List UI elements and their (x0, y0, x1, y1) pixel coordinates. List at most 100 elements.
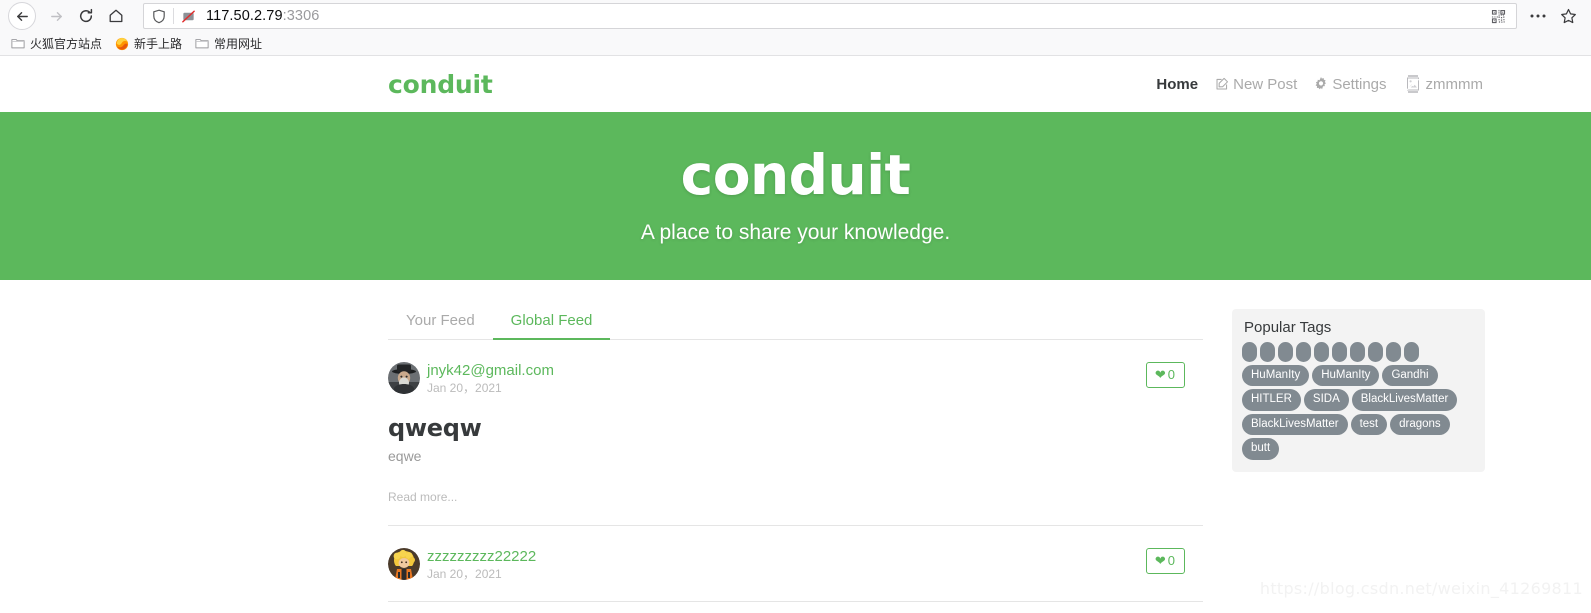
avatar[interactable] (388, 548, 420, 580)
bookmark-label: 新手上路 (134, 37, 183, 51)
main-content: Your Feed Global Feed jnyk42@gmail.com J… (0, 280, 1591, 602)
urlbar-actions (1484, 4, 1512, 28)
tag-pill[interactable]: HuManIty (1312, 365, 1380, 387)
site-navbar: conduit Home New Post Settings zmmmm (0, 56, 1591, 112)
article-title[interactable]: qweqw (388, 414, 1203, 442)
nav-item-label: Settings (1332, 75, 1387, 93)
tag-pill[interactable] (1314, 342, 1329, 362)
ellipsis-glyph (1530, 14, 1546, 18)
reload-button[interactable] (71, 1, 101, 31)
tag-pill[interactable]: BlackLivesMatter (1242, 413, 1348, 436)
article-author[interactable]: jnyk42@gmail.com (427, 363, 554, 378)
url-host: 117.50.2.79 (206, 8, 283, 24)
url-text: 117.50.2.79:3306 (206, 8, 319, 24)
navbar-links: Home New Post Settings zmmmm (1156, 74, 1483, 94)
bookmark-item[interactable]: 新手上路 (110, 34, 187, 53)
tag-pill[interactable]: test (1350, 413, 1388, 436)
bookmark-label: 火狐官方站点 (30, 37, 103, 51)
brand-logo[interactable]: conduit (388, 70, 493, 99)
popular-tags-panel: Popular Tags HuManIty HuManIty Gandhi HITLE… (1232, 309, 1485, 472)
article-author[interactable]: zzzzzzzzz22222 (427, 549, 536, 564)
article-meta: jnyk42@gmail.com Jan 20，2021 (388, 362, 1203, 394)
tag-pill[interactable]: HuManIty (1242, 365, 1310, 387)
hero-banner: conduit A place to share your knowledge. (0, 112, 1591, 280)
tag-pill[interactable] (1404, 342, 1419, 362)
reload-icon (79, 8, 93, 23)
star-icon[interactable] (1553, 1, 1583, 31)
compose-glyph (1216, 77, 1229, 90)
compose-icon (1215, 77, 1229, 91)
tag-pill[interactable] (1278, 342, 1293, 362)
bookmark-item[interactable]: 常用网址 (190, 34, 267, 53)
sidebar-column: Popular Tags HuManIty HuManIty Gandhi HITLE… (1232, 302, 1485, 602)
toolbar-right-actions (1523, 1, 1583, 31)
gear-icon (1314, 77, 1328, 91)
tag-pill[interactable]: BlackLivesMatter (1351, 389, 1458, 411)
home-icon (109, 9, 123, 23)
star-glyph (1560, 8, 1576, 23)
heart-icon: ❤ (1154, 367, 1166, 382)
tag-pill[interactable] (1296, 342, 1311, 362)
nav-item-label: New Post (1233, 75, 1298, 93)
favorite-button[interactable]: ❤ 0 (1145, 362, 1185, 388)
article-author-block: zzzzzzzzz22222 Jan 20，2021 (427, 548, 536, 580)
blocked-permission-glyph (182, 10, 195, 23)
shield-icon-glyph (153, 9, 165, 23)
url-port: :3306 (282, 8, 320, 24)
tag-pill[interactable] (1386, 342, 1401, 362)
heart-icon: ❤ (1154, 553, 1166, 568)
banner-subtitle: A place to share your knowledge. (640, 221, 951, 245)
favorite-button[interactable]: ❤ 0 (1145, 548, 1185, 574)
home-button[interactable] (101, 1, 131, 31)
ellipsis-menu-icon[interactable] (1523, 1, 1553, 31)
article-meta: zzzzzzzzz22222 Jan 20，2021 (388, 548, 1203, 580)
article-author-block: jnyk42@gmail.com Jan 20，2021 (427, 362, 554, 394)
favorites-count: 0 (1167, 553, 1175, 568)
firefox-icon (115, 37, 129, 51)
tag-pill[interactable]: dragons (1390, 413, 1450, 436)
avatar[interactable] (388, 362, 420, 394)
article-preview: jnyk42@gmail.com Jan 20，2021 ❤ 0 qweqw e… (388, 340, 1203, 526)
article-description: eqwe (388, 448, 422, 464)
feed-toggle: Your Feed Global Feed (388, 302, 1203, 340)
tag-pill[interactable] (1242, 342, 1257, 362)
tag-pill[interactable]: SIDA (1303, 389, 1349, 411)
browser-toolbar: 117.50.2.79:3306 (0, 0, 1591, 32)
broken-image-glyph (1406, 75, 1419, 93)
avatar-photo-man-hat (388, 362, 420, 394)
broken-image-icon (1404, 74, 1422, 94)
tag-pill[interactable]: Gandhi (1382, 365, 1438, 387)
back-button[interactable] (8, 2, 36, 30)
bookmark-item[interactable]: 火狐官方站点 (6, 34, 107, 53)
nav-item-new-post[interactable]: New Post (1215, 76, 1297, 93)
qr-code-glyph (1491, 9, 1505, 23)
gear-glyph (1315, 77, 1327, 90)
folder-glyph (11, 39, 25, 49)
folder-icon (195, 37, 209, 50)
popular-tags-title: Popular Tags (1244, 319, 1332, 336)
nav-item-settings[interactable]: Settings (1314, 75, 1387, 93)
avatar-cartoon-blonde (388, 548, 420, 580)
bookmark-label: 常用网址 (214, 37, 263, 51)
page-content: conduit Home New Post Settings zmmmm con… (0, 56, 1591, 602)
folder-icon (11, 37, 25, 50)
tag-list: HuManIty HuManIty Gandhi HITLER SIDA BlackLiv… (1242, 342, 1475, 460)
favorites-count: 0 (1167, 367, 1175, 382)
article-preview: zzzzzzzzz22222 Jan 20，2021 ❤ 0 (388, 526, 1203, 602)
tag-pill[interactable]: HITLER (1242, 389, 1301, 411)
read-more-link[interactable]: Read more... (388, 490, 1203, 504)
tag-pill[interactable] (1350, 342, 1365, 362)
tab-global-feed[interactable]: Global Feed (492, 303, 611, 340)
blocked-permission-icon[interactable] (181, 9, 196, 24)
tag-pill[interactable] (1260, 342, 1275, 362)
tag-pill[interactable]: butt (1242, 438, 1280, 460)
url-bar[interactable]: 117.50.2.79:3306 (143, 3, 1517, 29)
nav-item-home[interactable]: Home (1156, 76, 1198, 93)
article-date: Jan 20，2021 (427, 381, 502, 395)
shield-icon[interactable] (152, 9, 166, 24)
tag-pill[interactable] (1368, 342, 1383, 362)
tab-your-feed[interactable]: Your Feed (388, 303, 493, 340)
qr-code-icon[interactable] (1484, 4, 1512, 28)
nav-item-profile[interactable]: zmmmm (1404, 74, 1483, 94)
tag-pill[interactable] (1332, 342, 1347, 362)
